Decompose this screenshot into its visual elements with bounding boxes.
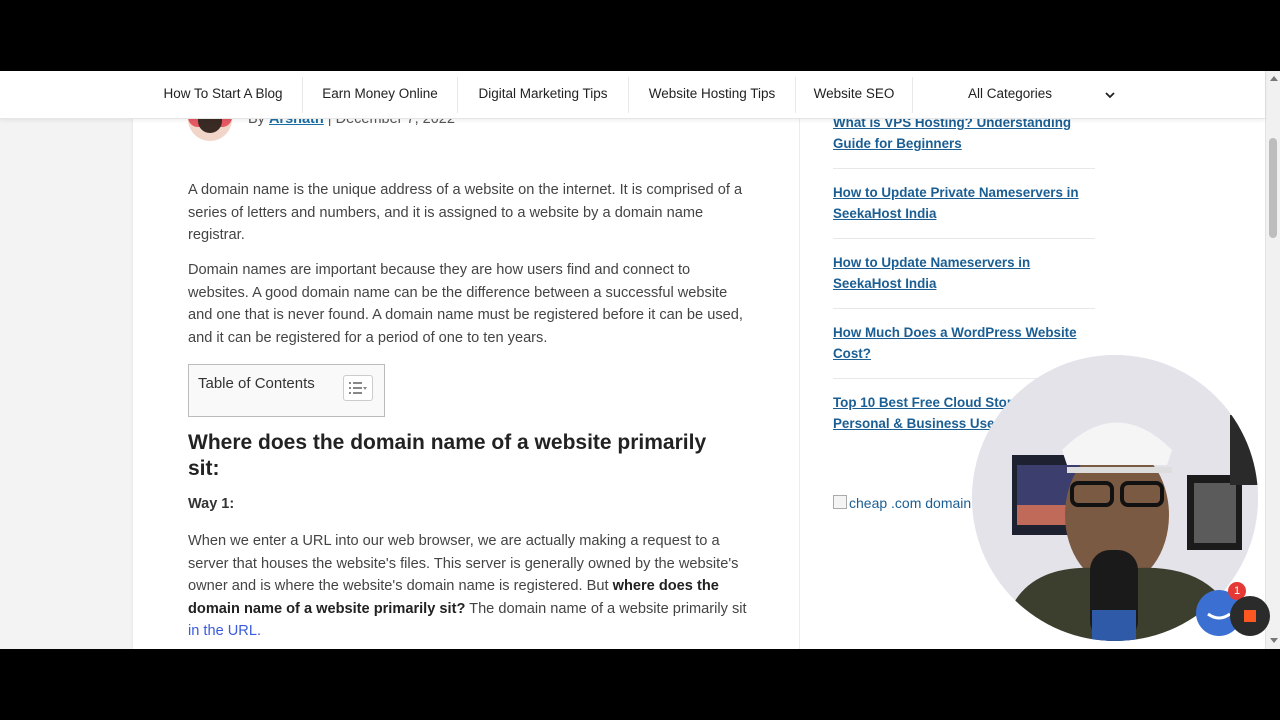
toc-toggle-button[interactable] [343, 375, 373, 401]
sidebar-link-nameservers[interactable]: How to Update Nameservers in SeekaHost I… [833, 252, 1083, 294]
paragraph-intro: A domain name is the unique address of a… [188, 182, 743, 244]
stop-icon [1244, 610, 1256, 622]
sidebar-ad-image[interactable]: cheap .com domain [833, 495, 971, 511]
scroll-up-icon[interactable] [1270, 76, 1278, 81]
scroll-thumb[interactable] [1269, 138, 1277, 238]
inline-link-url[interactable]: in the URL. [188, 623, 261, 639]
sidebar-link-wordpress-cost[interactable]: How Much Does a WordPress Website Cost? [833, 322, 1083, 364]
way-label: Way 1: [188, 496, 235, 512]
top-navigation: How To Start A Blog Earn Money Online Di… [0, 71, 1265, 119]
categories-select-label: All Categories [968, 86, 1053, 101]
toc-title: Table of Contents [198, 375, 315, 392]
section-heading: Where does the domain name of a website … [188, 431, 707, 480]
paragraph-importance: Domain names are important because they … [188, 262, 743, 346]
table-of-contents: Table of Contents [188, 364, 385, 417]
categories-select[interactable]: All Categories [913, 71, 1125, 118]
ad-image-alt: cheap .com domain [849, 495, 972, 511]
paragraph-way-1: When we enter a URL into our web browser… [188, 530, 748, 643]
list-icon [349, 382, 367, 394]
nav-item-earn-money[interactable]: Earn Money Online [303, 71, 457, 118]
broken-image-icon [833, 495, 847, 509]
nav-item-start-blog[interactable]: How To Start A Blog [143, 71, 303, 118]
nav-item-hosting-tips[interactable]: Website Hosting Tips [629, 71, 795, 118]
sidebar-link-private-nameservers[interactable]: How to Update Private Nameservers in See… [833, 182, 1083, 224]
para3-text-2: The domain name of a website primarily s… [465, 600, 747, 617]
scroll-down-icon[interactable] [1270, 638, 1278, 643]
recording-stop-button[interactable] [1230, 596, 1270, 636]
chevron-down-icon [1105, 92, 1115, 99]
sidebar-divider [833, 238, 1095, 239]
nav-item-digital-marketing[interactable]: Digital Marketing Tips [458, 71, 628, 118]
nav-item-website-seo[interactable]: Website SEO [796, 71, 912, 118]
article-card: By Arshath | December 7, 2022 A domain n… [133, 71, 799, 649]
page-scrollbar[interactable] [1265, 71, 1280, 649]
sidebar-divider [833, 168, 1095, 169]
sidebar-divider [833, 308, 1095, 309]
